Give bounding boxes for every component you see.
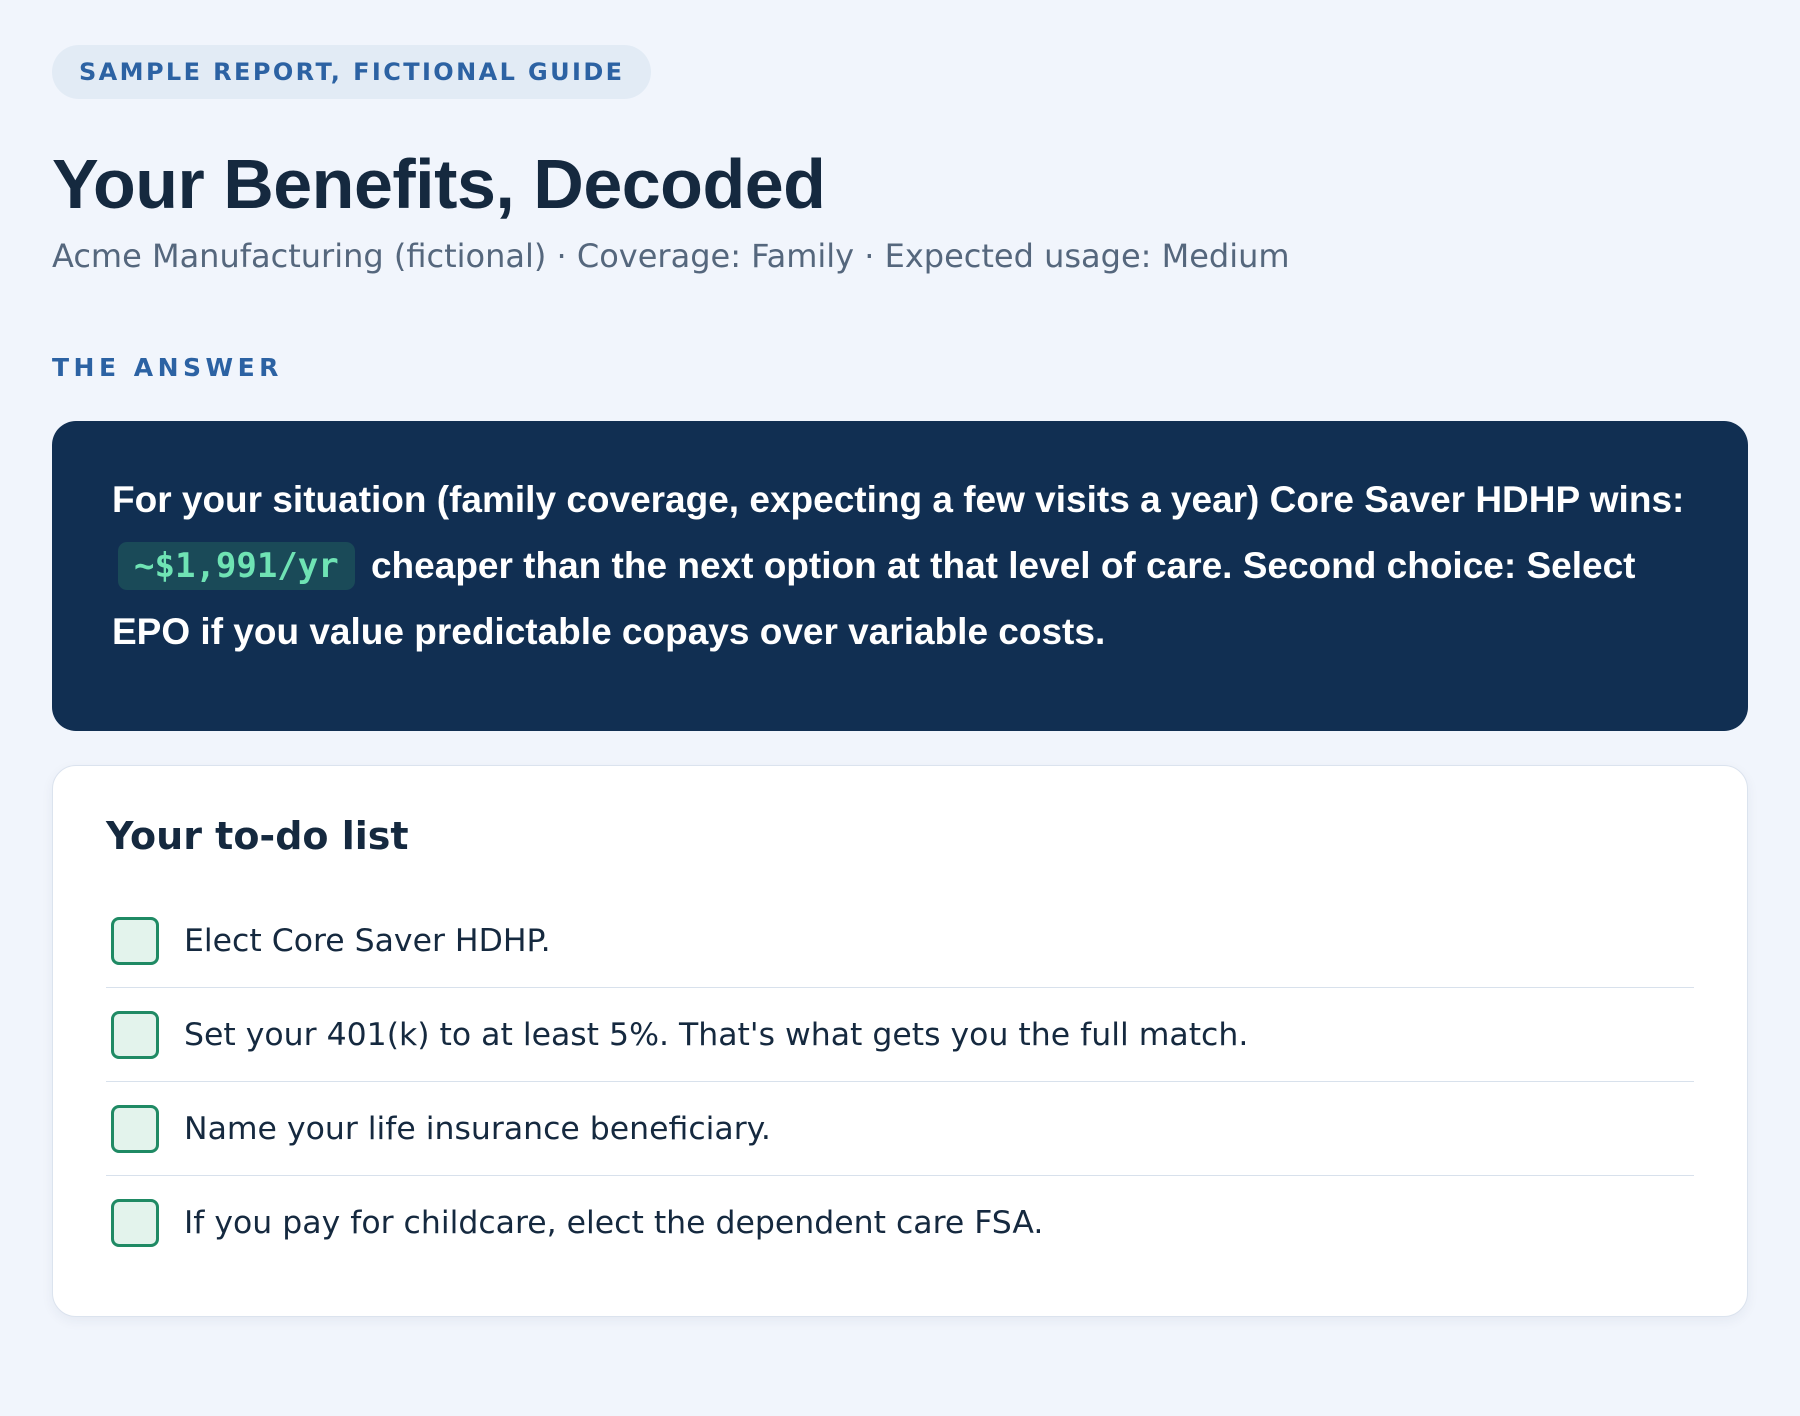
todo-checkbox[interactable] (111, 1199, 159, 1247)
savings-highlight: ~$1,991/yr (118, 542, 355, 590)
benefits-report: SAMPLE REPORT, FICTIONAL GUIDE Your Bene… (52, 45, 1748, 1317)
sample-report-badge: SAMPLE REPORT, FICTIONAL GUIDE (52, 45, 652, 99)
todo-title: Your to-do list (106, 814, 409, 858)
todo-card: Your to-do list Elect Core Saver HDHP. S… (52, 765, 1748, 1317)
todo-item: If you pay for childcare, elect the depe… (106, 1176, 1694, 1270)
answer-text-before: For your situation (family coverage, exp… (112, 479, 1685, 520)
todo-item: Name your life insurance beneficiary. (106, 1082, 1694, 1176)
page-subtitle: Acme Manufacturing (fictional) · Coverag… (52, 237, 1290, 275)
todo-item-text: Elect Core Saver HDHP. (184, 922, 551, 959)
todo-item-text: Set your 401(k) to at least 5%. That's w… (184, 1016, 1249, 1053)
todo-item: Elect Core Saver HDHP. (106, 894, 1694, 988)
page-title: Your Benefits, Decoded (52, 145, 826, 223)
todo-item-text: If you pay for childcare, elect the depe… (184, 1205, 1044, 1241)
section-label-answer: THE ANSWER (52, 353, 283, 382)
todo-checkbox[interactable] (111, 1010, 159, 1059)
todo-checkbox[interactable] (111, 916, 159, 965)
answer-card: For your situation (family coverage, exp… (52, 421, 1748, 731)
todo-list: Elect Core Saver HDHP. Set your 401(k) t… (106, 894, 1694, 1270)
todo-item-text: Name your life insurance beneficiary. (184, 1110, 771, 1147)
todo-checkbox[interactable] (111, 1104, 159, 1153)
todo-item: Set your 401(k) to at least 5%. That's w… (106, 988, 1694, 1082)
